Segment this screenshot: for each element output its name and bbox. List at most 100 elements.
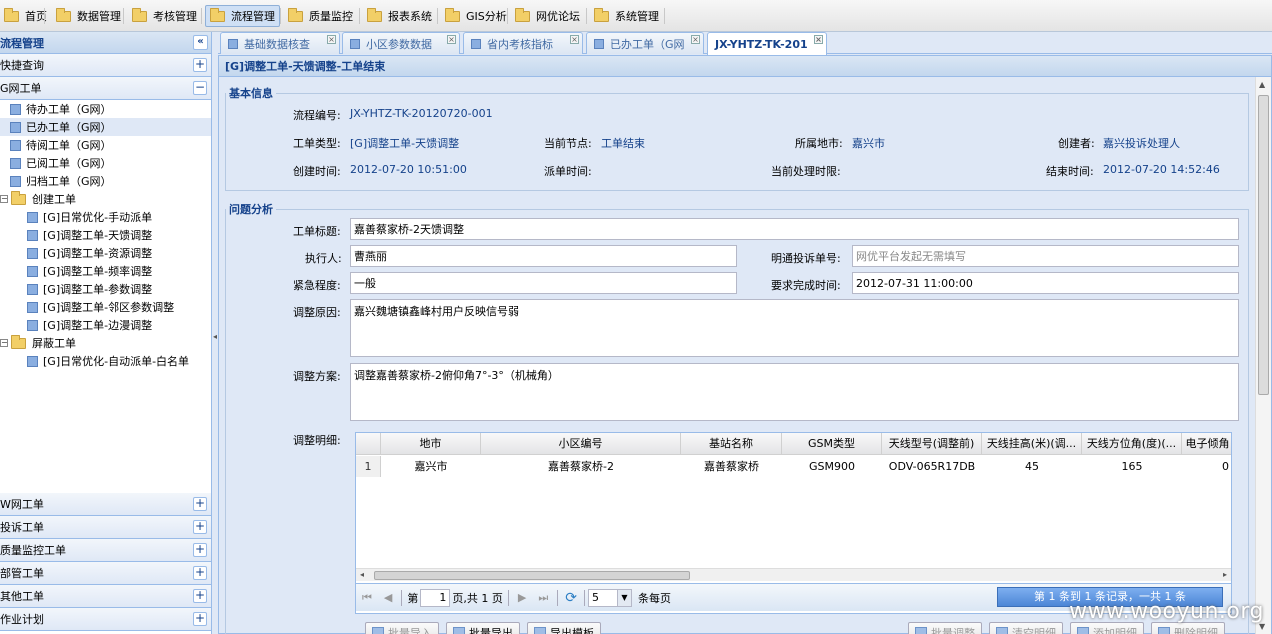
executor-field[interactable]: 曹燕丽 [350, 245, 737, 267]
accordion-quick-search[interactable]: 快捷查询 + [0, 54, 211, 77]
tree-folder-create[interactable]: − 创建工单 [0, 190, 211, 208]
close-icon[interactable]: × [814, 35, 823, 44]
tree-item-done[interactable]: 已办工单（G网） [0, 118, 211, 136]
batch-export-button[interactable]: 批量导出 [446, 622, 520, 634]
scrollbar-thumb[interactable] [1258, 95, 1269, 395]
tree-item-create[interactable]: [G]日常优化-手动派单 [0, 208, 211, 226]
tree-item-create[interactable]: [G]调整工单-边漫调整 [0, 316, 211, 334]
expand-icon[interactable]: + [193, 566, 207, 580]
tree-item-to-read[interactable]: 待阅工单（G网） [0, 136, 211, 154]
expand-icon[interactable]: + [193, 520, 207, 534]
collapse-node-icon[interactable]: − [0, 339, 8, 347]
due-field[interactable]: 2012-07-31 11:00:00 [852, 272, 1239, 294]
tree-item-pending[interactable]: 待办工单（G网） [0, 100, 211, 118]
grid-header-cell[interactable]: 天线挂高(米)(调... [982, 433, 1082, 455]
complaint-no-field[interactable]: 网优平台发起无需填写 [852, 245, 1239, 267]
accordion-quality[interactable]: 质量监控工单 + [0, 539, 211, 562]
scroll-right-icon[interactable]: ▸ [1223, 570, 1227, 579]
expand-icon[interactable]: + [193, 543, 207, 557]
grid-header-cell[interactable]: 基站名称 [681, 433, 782, 455]
tab-cell-params[interactable]: 小区参数数据 × [342, 32, 460, 54]
grid-header-cell[interactable]: 地市 [381, 433, 481, 455]
expand-icon[interactable]: + [193, 589, 207, 603]
menu-quality-monitoring[interactable]: 质量监控 [284, 5, 357, 27]
tab-provincial-kpi[interactable]: 省内考核指标 × [463, 32, 583, 54]
collapse-sidebar-icon[interactable]: « [193, 35, 208, 50]
scrollbar-thumb[interactable] [374, 571, 690, 580]
menu-gis-analysis[interactable]: GIS分析 [441, 5, 511, 27]
document-icon [228, 38, 238, 49]
prev-page-icon[interactable]: ◀ [384, 591, 392, 604]
batch-import-button[interactable]: 批量导入 [365, 622, 439, 634]
grid-header-cell[interactable]: 天线型号(调整前) [882, 433, 982, 455]
created-value: 2012-07-20 10:51:00 [350, 163, 467, 176]
menu-forum[interactable]: 网优论坛 [511, 5, 584, 27]
grid-cell[interactable]: 45 [982, 456, 1082, 477]
tab-basic-data-check[interactable]: 基础数据核查 × [220, 32, 340, 54]
grid-cell[interactable]: 嘉善蔡家桥 [681, 456, 782, 477]
close-icon[interactable]: × [570, 35, 579, 44]
batch-adjust-button[interactable]: 批量调整 [908, 622, 982, 634]
export-template-button[interactable]: 导出模板 [527, 622, 601, 634]
accordion-w-network[interactable]: W网工单 + [0, 493, 211, 516]
tree-item-archived[interactable]: 归档工单（G网） [0, 172, 211, 190]
grid-cell[interactable]: GSM900 [782, 456, 882, 477]
grid-header-rownum [356, 433, 381, 455]
title-field[interactable]: 嘉善蔡家桥-2天馈调整 [350, 218, 1239, 240]
close-icon[interactable]: × [447, 35, 456, 44]
tab-current-order[interactable]: JX-YHTZ-TK-201 × [707, 32, 827, 55]
clear-detail-button[interactable]: 清空明细 [989, 622, 1063, 634]
grid-cell[interactable]: 嘉兴市 [381, 456, 481, 477]
grid-cell[interactable]: 嘉善蔡家桥-2 [481, 456, 681, 477]
grid-cell[interactable]: 165 [1082, 456, 1182, 477]
last-page-icon[interactable]: ⏭ [538, 591, 548, 605]
tree-item-create[interactable]: [G]调整工单-邻区参数调整 [0, 298, 211, 316]
tree-item-create[interactable]: [G]调整工单-频率调整 [0, 262, 211, 280]
grid-cell[interactable]: 0 [1182, 456, 1233, 477]
expand-icon[interactable]: + [193, 612, 207, 626]
scroll-up-icon[interactable]: ▲ [1259, 80, 1265, 89]
menu-assessment[interactable]: 考核管理 [128, 5, 201, 27]
expand-icon[interactable]: + [193, 497, 207, 511]
tab-done-orders[interactable]: 已办工单（G网 × [586, 32, 704, 54]
close-icon[interactable]: × [691, 35, 700, 44]
reason-textarea[interactable]: 嘉兴魏塘镇鑫峰村用户反映信号弱 [350, 299, 1239, 357]
expand-icon[interactable]: + [193, 58, 207, 72]
page-number-input[interactable]: 1 [420, 588, 451, 607]
grid-cell[interactable]: ODV-065R17DB [882, 456, 982, 477]
page-size-select[interactable]: 5 ▼ [587, 588, 632, 607]
grid-header-cell[interactable]: 电子倾角 [1182, 433, 1233, 455]
menu-process-management[interactable]: 流程管理 [205, 5, 280, 27]
creator-label: 创建者: [1058, 137, 1095, 150]
first-page-icon[interactable]: ⏮ [362, 591, 372, 605]
refresh-icon[interactable]: ⟳ [565, 590, 577, 606]
chevron-down-icon[interactable]: ▼ [616, 589, 631, 606]
accordion-g-network[interactable]: G网工单 − [0, 77, 211, 100]
tree-item-create[interactable]: [G]调整工单-参数调整 [0, 280, 211, 298]
urgency-field[interactable]: 一般 [350, 272, 737, 294]
tree-item-shield[interactable]: [G]日常优化-自动派单-白名单 [0, 352, 211, 370]
accordion-ministry[interactable]: 部管工单 + [0, 562, 211, 585]
grid-header-cell[interactable]: 天线方位角(度)(... [1082, 433, 1182, 455]
grid-header-cell[interactable]: 小区编号 [481, 433, 681, 455]
menu-report-system[interactable]: 报表系统 [363, 5, 436, 27]
next-page-icon[interactable]: ▶ [518, 591, 526, 604]
tree-item-read[interactable]: 已阅工单（G网） [0, 154, 211, 172]
grid-header-cell[interactable]: GSM类型 [782, 433, 882, 455]
scroll-left-icon[interactable]: ◂ [360, 570, 364, 579]
collapse-node-icon[interactable]: − [0, 195, 8, 203]
tree-item-create[interactable]: [G]调整工单-资源调整 [0, 244, 211, 262]
grid-horizontal-scrollbar[interactable]: ◂ ▸ [356, 568, 1231, 581]
accordion-work-plan[interactable]: 作业计划 + [0, 608, 211, 631]
plan-textarea[interactable]: 调整嘉善蔡家桥-2俯仰角7°-3°（机械角） [350, 363, 1239, 421]
tree-item-create[interactable]: [G]调整工单-天馈调整 [0, 226, 211, 244]
tree-folder-shield[interactable]: − 屏蔽工单 [0, 334, 211, 352]
accordion-other[interactable]: 其他工单 + [0, 585, 211, 608]
collapse-icon[interactable]: − [193, 81, 207, 95]
content-vertical-scrollbar[interactable]: ▲ ▼ [1255, 77, 1271, 634]
accordion-complaint[interactable]: 投诉工单 + [0, 516, 211, 539]
menu-system-management[interactable]: 系统管理 [590, 5, 663, 27]
menu-data-management[interactable]: 数据管理 [52, 5, 125, 27]
row-number: 1 [356, 456, 381, 477]
close-icon[interactable]: × [327, 35, 336, 44]
